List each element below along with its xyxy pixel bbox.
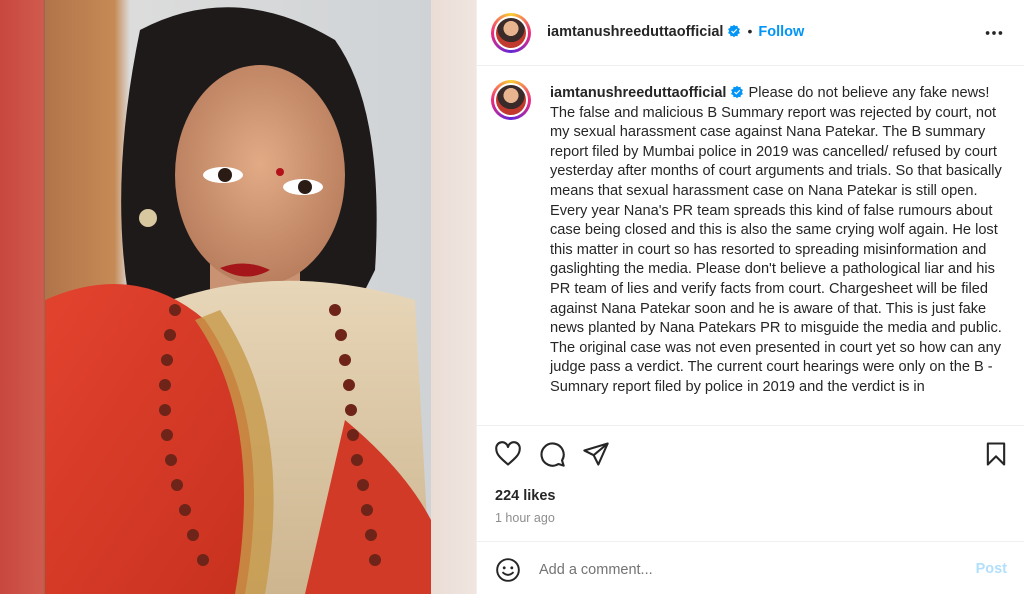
caption-scroll-area[interactable]: iamtanushreeduttaofficial Please do not …: [477, 66, 1024, 426]
separator-dot: •: [747, 23, 753, 39]
comment-bar: Post: [477, 541, 1024, 594]
header-username[interactable]: iamtanushreeduttaofficial: [547, 24, 723, 40]
heart-icon[interactable]: [494, 440, 522, 468]
instagram-post-view: iamtanushreeduttaofficial • Follow iamtanu…: [0, 0, 1024, 594]
comment-icon[interactable]: [538, 440, 566, 468]
likes-count[interactable]: 224 likes: [495, 488, 555, 504]
selfie-image: [45, 0, 431, 594]
post-sidebar: iamtanushreeduttaofficial • Follow iamtanu…: [476, 0, 1024, 594]
header-meta: iamtanushreeduttaofficial • Follow: [547, 23, 804, 41]
caption-author-avatar[interactable]: [491, 80, 531, 120]
verified-badge-icon: [728, 24, 741, 38]
post-photo[interactable]: [0, 0, 476, 594]
follow-button[interactable]: Follow: [758, 24, 804, 40]
post-caption: iamtanushreeduttaofficial Please do not …: [550, 84, 1002, 398]
action-bar: [477, 438, 1024, 474]
more-options-icon[interactable]: [983, 22, 1005, 44]
author-avatar[interactable]: [491, 13, 531, 53]
bookmark-icon[interactable]: [982, 440, 1010, 468]
verified-badge-icon: [731, 85, 744, 99]
post-timestamp[interactable]: 1 hour ago: [495, 511, 555, 525]
comment-input[interactable]: [537, 556, 961, 584]
emoji-icon[interactable]: [495, 557, 521, 583]
share-icon[interactable]: [582, 440, 610, 468]
caption-text: Please do not believe any fake news! The…: [550, 85, 1002, 395]
caption-username[interactable]: iamtanushreeduttaofficial: [550, 85, 726, 101]
post-comment-button[interactable]: Post: [976, 561, 1007, 577]
post-header: iamtanushreeduttaofficial • Follow: [477, 0, 1024, 66]
